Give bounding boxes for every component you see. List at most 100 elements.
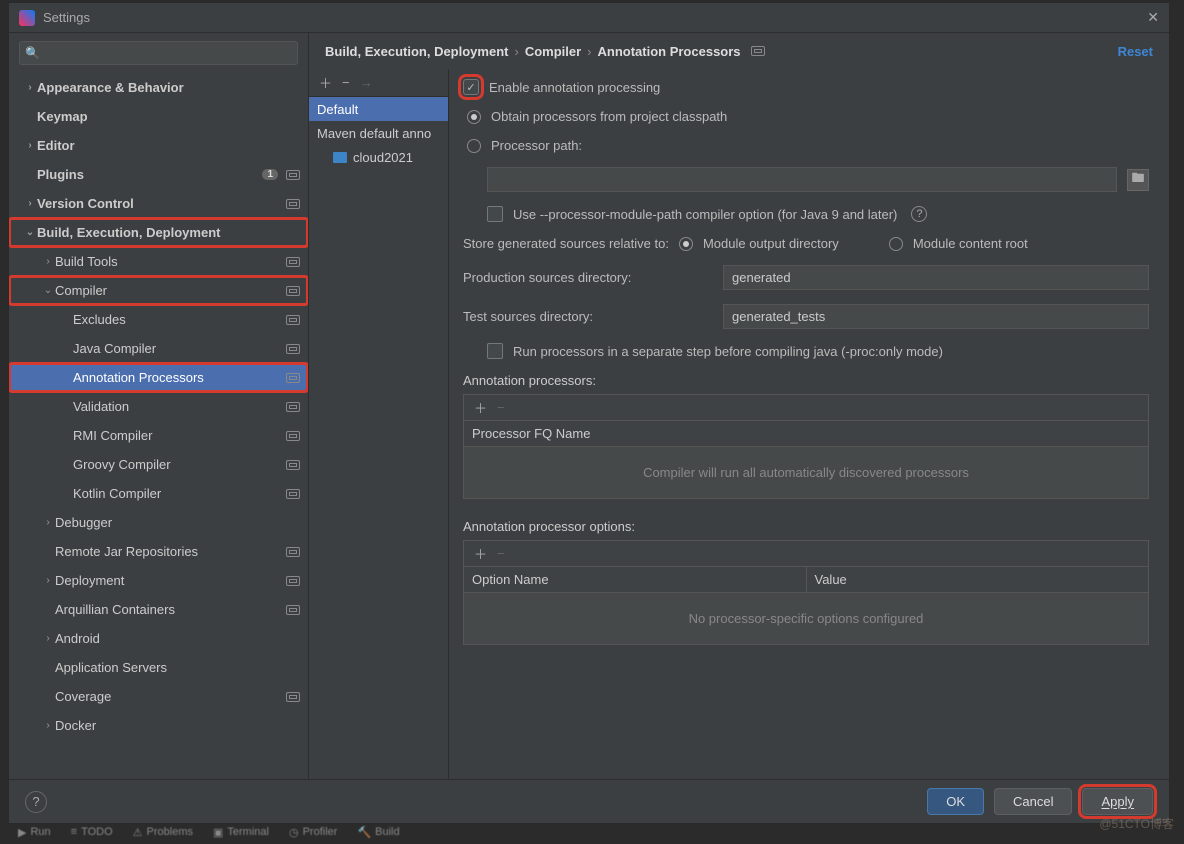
sidebar-item-label: Version Control xyxy=(37,196,282,211)
sidebar-item-label: Plugins xyxy=(37,167,262,182)
add-processor-icon[interactable]: ＋ xyxy=(474,398,487,417)
ok-button[interactable]: OK xyxy=(927,788,984,815)
sidebar-item-debugger[interactable]: ›Debugger xyxy=(9,508,308,537)
profile-default[interactable]: Default xyxy=(309,97,448,121)
modpath-checkbox[interactable] xyxy=(487,206,503,222)
cancel-button[interactable]: Cancel xyxy=(994,788,1072,815)
help-button[interactable]: ? xyxy=(25,791,47,813)
search-container: 🔍 xyxy=(19,41,298,65)
sidebar-item-label: Remote Jar Repositories xyxy=(55,544,282,559)
main-panel: Build, Execution, Deployment › Compiler … xyxy=(309,33,1169,779)
reset-link[interactable]: Reset xyxy=(1118,44,1153,59)
scope-icon xyxy=(286,402,300,412)
ide-bottom-bar: ▶ Run ≡ TODO ⚠ Problems ▣ Terminal ◷ Pro… xyxy=(8,822,410,842)
procs-header: Processor FQ Name xyxy=(464,421,1148,447)
store-output-label: Module output directory xyxy=(703,236,839,251)
crumb-leaf: Annotation Processors xyxy=(598,44,741,59)
chevron-icon: › xyxy=(41,633,55,644)
prod-input[interactable] xyxy=(723,265,1149,290)
add-option-icon[interactable]: ＋ xyxy=(474,544,487,563)
crumb-root[interactable]: Build, Execution, Deployment xyxy=(325,44,508,59)
sidebar-item-groovy-compiler[interactable]: Groovy Compiler xyxy=(9,450,308,479)
sidebar-item-docker[interactable]: ›Docker xyxy=(9,711,308,740)
tab-run[interactable]: ▶ Run xyxy=(18,826,51,839)
sidebar-item-label: Compiler xyxy=(55,283,282,298)
close-icon[interactable]: ✕ xyxy=(1147,9,1159,26)
add-profile-icon[interactable]: ＋ xyxy=(319,73,332,92)
tab-terminal[interactable]: ▣ Terminal xyxy=(213,826,269,839)
test-input[interactable] xyxy=(723,304,1149,329)
dialog-footer: ? OK Cancel Apply xyxy=(9,779,1169,823)
ppath-input[interactable] xyxy=(487,167,1117,192)
search-input[interactable] xyxy=(19,41,298,65)
enable-label: Enable annotation processing xyxy=(489,80,660,95)
sidebar-item-deployment[interactable]: ›Deployment xyxy=(9,566,308,595)
content-split: ＋ − → Default Maven default anno cloud20… xyxy=(309,69,1169,779)
store-content-radio[interactable] xyxy=(889,237,903,251)
scope-icon xyxy=(751,46,765,56)
sidebar-item-android[interactable]: ›Android xyxy=(9,624,308,653)
sidebar-item-label: Arquillian Containers xyxy=(55,602,282,617)
profile-module[interactable]: cloud2021 xyxy=(309,145,448,169)
sidebar-item-editor[interactable]: ›Editor xyxy=(9,131,308,160)
separate-checkbox[interactable] xyxy=(487,343,503,359)
scope-icon xyxy=(286,460,300,470)
help-icon[interactable]: ? xyxy=(911,206,927,222)
sidebar-item-appearance-behavior[interactable]: ›Appearance & Behavior xyxy=(9,73,308,102)
sidebar-item-label: Build, Execution, Deployment xyxy=(37,225,300,240)
profile-maven[interactable]: Maven default anno xyxy=(309,121,448,145)
ppath-label: Processor path: xyxy=(491,138,582,153)
store-output-radio[interactable] xyxy=(679,237,693,251)
modpath-row: Use --processor-module-path compiler opt… xyxy=(487,206,1149,222)
sidebar-item-excludes[interactable]: Excludes xyxy=(9,305,308,334)
scope-icon xyxy=(286,373,300,383)
profile-panel: ＋ − → Default Maven default anno cloud20… xyxy=(309,69,449,779)
sidebar-item-build-execution-deployment[interactable]: ⌄Build, Execution, Deployment xyxy=(9,218,308,247)
procs-toolbar: ＋ − xyxy=(463,394,1149,420)
scope-icon xyxy=(286,692,300,702)
ppath-row: Processor path: xyxy=(467,138,1149,153)
apply-button[interactable]: Apply xyxy=(1082,788,1153,815)
prod-row: Production sources directory: xyxy=(463,265,1149,290)
sidebar-item-version-control[interactable]: ›Version Control xyxy=(9,189,308,218)
search-icon: 🔍 xyxy=(25,46,40,60)
sidebar-item-plugins[interactable]: Plugins1 xyxy=(9,160,308,189)
sidebar-item-remote-jar-repositories[interactable]: Remote Jar Repositories xyxy=(9,537,308,566)
chevron-icon: › xyxy=(41,720,55,731)
sidebar-item-application-servers[interactable]: Application Servers xyxy=(9,653,308,682)
module-name: cloud2021 xyxy=(353,150,413,165)
sidebar-item-rmi-compiler[interactable]: RMI Compiler xyxy=(9,421,308,450)
settings-form: Enable annotation processing Obtain proc… xyxy=(449,69,1169,779)
scope-icon xyxy=(286,344,300,354)
tab-problems[interactable]: ⚠ Problems xyxy=(133,826,193,839)
sidebar-item-build-tools[interactable]: ›Build Tools xyxy=(9,247,308,276)
sidebar-item-annotation-processors[interactable]: Annotation Processors xyxy=(9,363,308,392)
sidebar-item-compiler[interactable]: ⌄Compiler xyxy=(9,276,308,305)
sidebar-item-coverage[interactable]: Coverage xyxy=(9,682,308,711)
ppath-radio[interactable] xyxy=(467,139,481,153)
sidebar-item-validation[interactable]: Validation xyxy=(9,392,308,421)
obtain-radio[interactable] xyxy=(467,110,481,124)
scope-icon xyxy=(286,170,300,180)
crumb-mid[interactable]: Compiler xyxy=(525,44,581,59)
sidebar-item-java-compiler[interactable]: Java Compiler xyxy=(9,334,308,363)
sidebar-item-kotlin-compiler[interactable]: Kotlin Compiler xyxy=(9,479,308,508)
remove-profile-icon[interactable]: − xyxy=(342,75,350,90)
tab-todo[interactable]: ≡ TODO xyxy=(71,826,113,838)
sidebar-item-arquillian-containers[interactable]: Arquillian Containers xyxy=(9,595,308,624)
store-content-label: Module content root xyxy=(913,236,1028,251)
update-badge: 1 xyxy=(262,169,278,180)
sidebar-item-label: Annotation Processors xyxy=(73,370,282,385)
sidebar-item-label: Docker xyxy=(55,718,300,733)
chevron-icon: › xyxy=(23,140,37,151)
tab-profiler[interactable]: ◷ Profiler xyxy=(289,826,337,839)
chevron-right-icon: › xyxy=(587,44,591,59)
store-label: Store generated sources relative to: xyxy=(463,236,669,251)
enable-checkbox[interactable] xyxy=(463,79,479,95)
chevron-right-icon: › xyxy=(514,44,518,59)
sidebar-item-label: Excludes xyxy=(73,312,282,327)
sidebar-item-keymap[interactable]: Keymap xyxy=(9,102,308,131)
sidebar-item-label: Appearance & Behavior xyxy=(37,80,300,95)
browse-icon[interactable]: 🖿 xyxy=(1127,169,1149,191)
tab-build[interactable]: 🔨 Build xyxy=(357,826,399,839)
